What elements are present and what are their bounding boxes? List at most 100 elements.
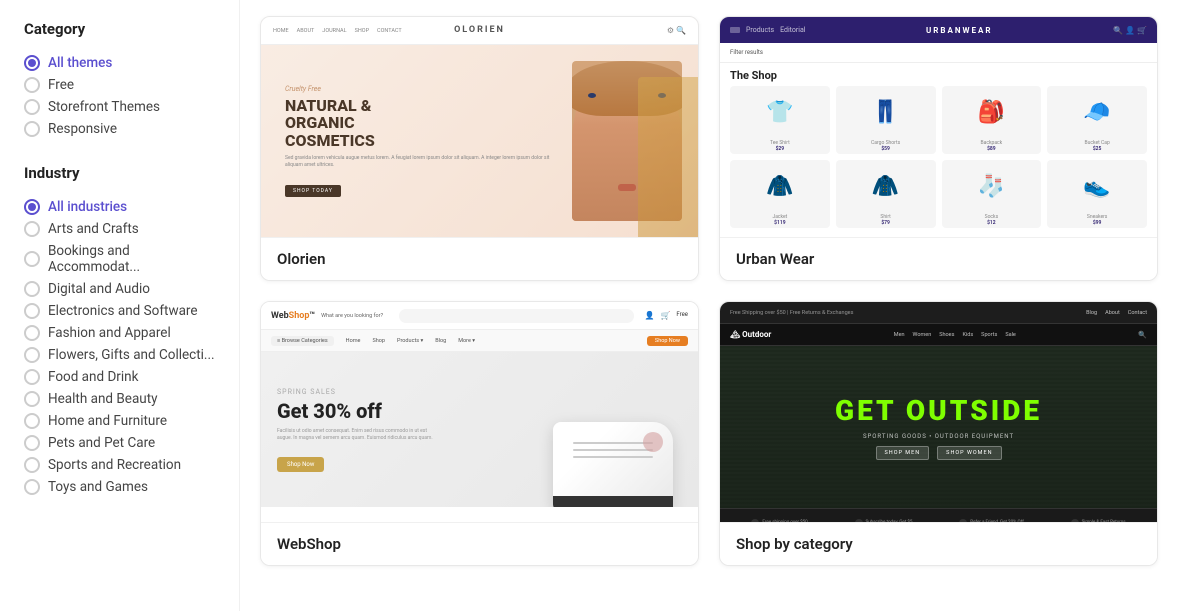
industry-flowers-radio[interactable] <box>24 347 40 363</box>
themes-main: HOMEABOUTJOURNALSHOPCONTACT OLORIEN ⚙ 🔍 … <box>240 0 1178 611</box>
uw-product-info-6: Shirt$79 <box>836 212 936 228</box>
industry-arts-label: Arts and Crafts <box>48 221 139 237</box>
uw-product-6: 🧥 Shirt$79 <box>836 160 936 228</box>
industry-flowers-label: Flowers, Gifts and Collecti... <box>48 347 215 363</box>
industry-title: Industry <box>24 164 219 182</box>
urbanwear-card-footer: Urban Wear <box>720 237 1157 280</box>
getoutside-preview: Free Shipping over $50 | Free Returns & … <box>720 302 1157 522</box>
industry-toys-radio[interactable] <box>24 479 40 495</box>
go-nav-contact: Contact <box>1128 310 1147 316</box>
category-storefront-radio[interactable] <box>24 99 40 115</box>
go-footer-returns: Simple & Fast Returns <box>1071 519 1126 523</box>
industry-toys[interactable]: Toys and Games <box>24 476 219 498</box>
industry-health-radio[interactable] <box>24 391 40 407</box>
olorien-title: NATURAL &ORGANICCOSMETICS <box>285 97 562 150</box>
go-site-logo: 🏔 Outdoor <box>730 330 771 339</box>
industry-all-label: All industries <box>48 199 127 215</box>
olorien-shop-btn[interactable]: SHOP TODAY <box>285 185 341 197</box>
theme-card-urbanwear[interactable]: ProductsEditorial URBANWEAR 🔍 👤 🛒 Filter… <box>719 16 1158 281</box>
industry-fashion-radio[interactable] <box>24 325 40 341</box>
industry-food-radio[interactable] <box>24 369 40 385</box>
industry-food[interactable]: Food and Drink <box>24 366 219 388</box>
ws-browse-btn[interactable]: ≡ Browse Categories <box>271 336 334 346</box>
uw-product-img-2: 👖 <box>836 86 936 138</box>
themes-grid: HOMEABOUTJOURNALSHOPCONTACT OLORIEN ⚙ 🔍 … <box>260 16 1158 566</box>
category-free-label: Free <box>48 77 74 93</box>
olorien-card-footer: Olorien <box>261 237 698 280</box>
olorien-preview: HOMEABOUTJOURNALSHOPCONTACT OLORIEN ⚙ 🔍 … <box>261 17 698 237</box>
uw-product-3: 🎒 Backpack$89 <box>942 86 1042 154</box>
uw-product-2: 👖 Cargo Shorts$59 <box>836 86 936 154</box>
industry-fashion[interactable]: Fashion and Apparel <box>24 322 219 344</box>
category-all-themes-radio[interactable] <box>24 55 40 71</box>
shoe-lace-1 <box>573 442 653 444</box>
ws-shoe-image <box>548 402 678 507</box>
go-main-links: Men Women Shoes Kids Sports Sale <box>894 332 1016 338</box>
ws-hero-desc: Facilisis ut odio amet consequat. Enim s… <box>277 428 437 443</box>
industry-health[interactable]: Health and Beauty <box>24 388 219 410</box>
theme-card-olorien[interactable]: HOMEABOUTJOURNALSHOPCONTACT OLORIEN ⚙ 🔍 … <box>260 16 699 281</box>
industry-pets-radio[interactable] <box>24 435 40 451</box>
ws-icons: 👤 🛒 Free <box>644 311 688 320</box>
industry-electronics[interactable]: Electronics and Software <box>24 300 219 322</box>
category-free[interactable]: Free <box>24 74 219 96</box>
category-responsive-radio[interactable] <box>24 121 40 137</box>
industry-home[interactable]: Home and Furniture <box>24 410 219 432</box>
ws-more-link[interactable]: More ▾ <box>458 338 475 344</box>
getoutside-mock: Free Shipping over $50 | Free Returns & … <box>720 302 1157 522</box>
ws-hero-btn[interactable]: Shop Now <box>277 457 324 472</box>
industry-digital[interactable]: Digital and Audio <box>24 278 219 300</box>
uw-product-img-1: 👕 <box>730 86 830 138</box>
industry-bookings-radio[interactable] <box>24 251 40 267</box>
category-free-radio[interactable] <box>24 77 40 93</box>
category-all-themes[interactable]: All themes <box>24 52 219 74</box>
industry-electronics-radio[interactable] <box>24 303 40 319</box>
olorien-content: Cruelty Free NATURAL &ORGANICCOSMETICS S… <box>261 45 698 237</box>
uw-product-img-6: 🧥 <box>836 160 936 212</box>
uw-product-img-8: 👟 <box>1047 160 1147 212</box>
industry-home-radio[interactable] <box>24 413 40 429</box>
go-shoes-link: Shoes <box>939 332 954 338</box>
industry-all[interactable]: All industries <box>24 196 219 218</box>
shoe-sole <box>553 496 673 507</box>
ws-home-link[interactable]: Home <box>346 338 361 344</box>
industry-pets[interactable]: Pets and Pet Care <box>24 432 219 454</box>
uw-product-info-4: Bucket Cap$25 <box>1047 138 1147 154</box>
ws-subnav: ≡ Browse Categories Home Shop Products ▾… <box>261 330 698 352</box>
industry-arts[interactable]: Arts and Crafts <box>24 218 219 240</box>
urbanwear-mock: ProductsEditorial URBANWEAR 🔍 👤 🛒 Filter… <box>720 17 1157 237</box>
uw-product-8: 👟 Sneakers$99 <box>1047 160 1147 228</box>
ws-shop-now-btn[interactable]: Shop Now <box>647 336 688 346</box>
go-search-icon[interactable]: 🔍 <box>1138 331 1147 339</box>
webshop-card-footer: WebShop <box>261 522 698 565</box>
ws-blog-link[interactable]: Blog <box>435 338 446 344</box>
industry-toys-label: Toys and Games <box>48 479 148 495</box>
theme-card-webshop[interactable]: WebShop™ What are you looking for? 👤 🛒 F… <box>260 301 699 566</box>
go-shop-men-btn[interactable]: SHOP MEN <box>876 446 930 460</box>
olorien-logo: OLORIEN <box>454 25 505 35</box>
industry-flowers[interactable]: Flowers, Gifts and Collecti... <box>24 344 219 366</box>
ws-products-link[interactable]: Products ▾ <box>397 338 423 344</box>
industry-sports-radio[interactable] <box>24 457 40 473</box>
shoe-lace-3 <box>573 456 653 458</box>
industry-arts-radio[interactable] <box>24 221 40 237</box>
ws-shop-link[interactable]: Shop <box>372 338 385 344</box>
go-hero-bg: GET OUTSIDE Sporting goods • Outdoor Equ… <box>720 346 1157 508</box>
shoe-laces <box>573 442 653 458</box>
industry-all-radio[interactable] <box>24 199 40 215</box>
category-responsive[interactable]: Responsive <box>24 118 219 140</box>
industry-digital-radio[interactable] <box>24 281 40 297</box>
olorien-desc: Sed gravida lorem vehicula augue metus l… <box>285 155 562 169</box>
ws-nav: WebShop™ What are you looking for? 👤 🛒 F… <box>261 302 698 330</box>
go-sports-link: Sports <box>981 332 997 338</box>
webshop-name: WebShop <box>277 535 341 553</box>
shoe-shape <box>553 422 673 507</box>
industry-sports[interactable]: Sports and Recreation <box>24 454 219 476</box>
ws-search-bar <box>399 309 634 323</box>
category-storefront[interactable]: Storefront Themes <box>24 96 219 118</box>
uw-product-info-3: Backpack$89 <box>942 138 1042 154</box>
olorien-accent <box>638 77 698 237</box>
go-shop-women-btn[interactable]: SHOP WOMEN <box>937 446 1001 460</box>
theme-card-getoutside[interactable]: Free Shipping over $50 | Free Returns & … <box>719 301 1158 566</box>
industry-bookings[interactable]: Bookings and Accommodat... <box>24 240 219 278</box>
